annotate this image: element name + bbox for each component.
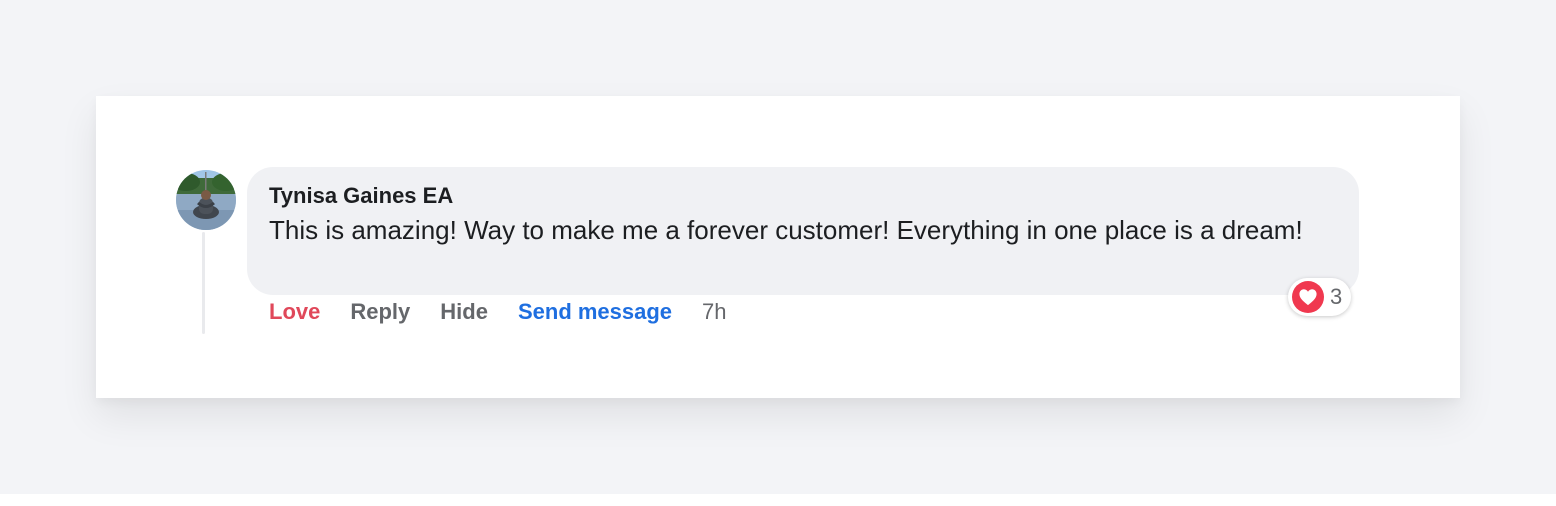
comment-card: Tynisa Gaines EA This is amazing! Way to… — [96, 96, 1460, 398]
comment-bubble: Tynisa Gaines EA This is amazing! Way to… — [247, 167, 1359, 295]
hide-button[interactable]: Hide — [440, 299, 488, 325]
reaction-summary[interactable]: 3 — [1288, 278, 1352, 316]
comment-actions: Love Reply Hide Send message 7h — [269, 299, 727, 325]
reply-button[interactable]: Reply — [350, 299, 410, 325]
send-message-button[interactable]: Send message — [518, 299, 672, 325]
comment-text: This is amazing! Way to make me a foreve… — [269, 215, 1303, 245]
reaction-count: 3 — [1330, 284, 1343, 309]
love-button[interactable]: Love — [269, 299, 320, 325]
comment-author[interactable]: Tynisa Gaines EA — [269, 183, 453, 209]
heart-icon — [1292, 281, 1324, 313]
avatar[interactable] — [176, 170, 236, 230]
thread-line — [202, 232, 205, 334]
page-bottom-strip — [0, 494, 1556, 506]
comment-timestamp[interactable]: 7h — [702, 299, 726, 325]
